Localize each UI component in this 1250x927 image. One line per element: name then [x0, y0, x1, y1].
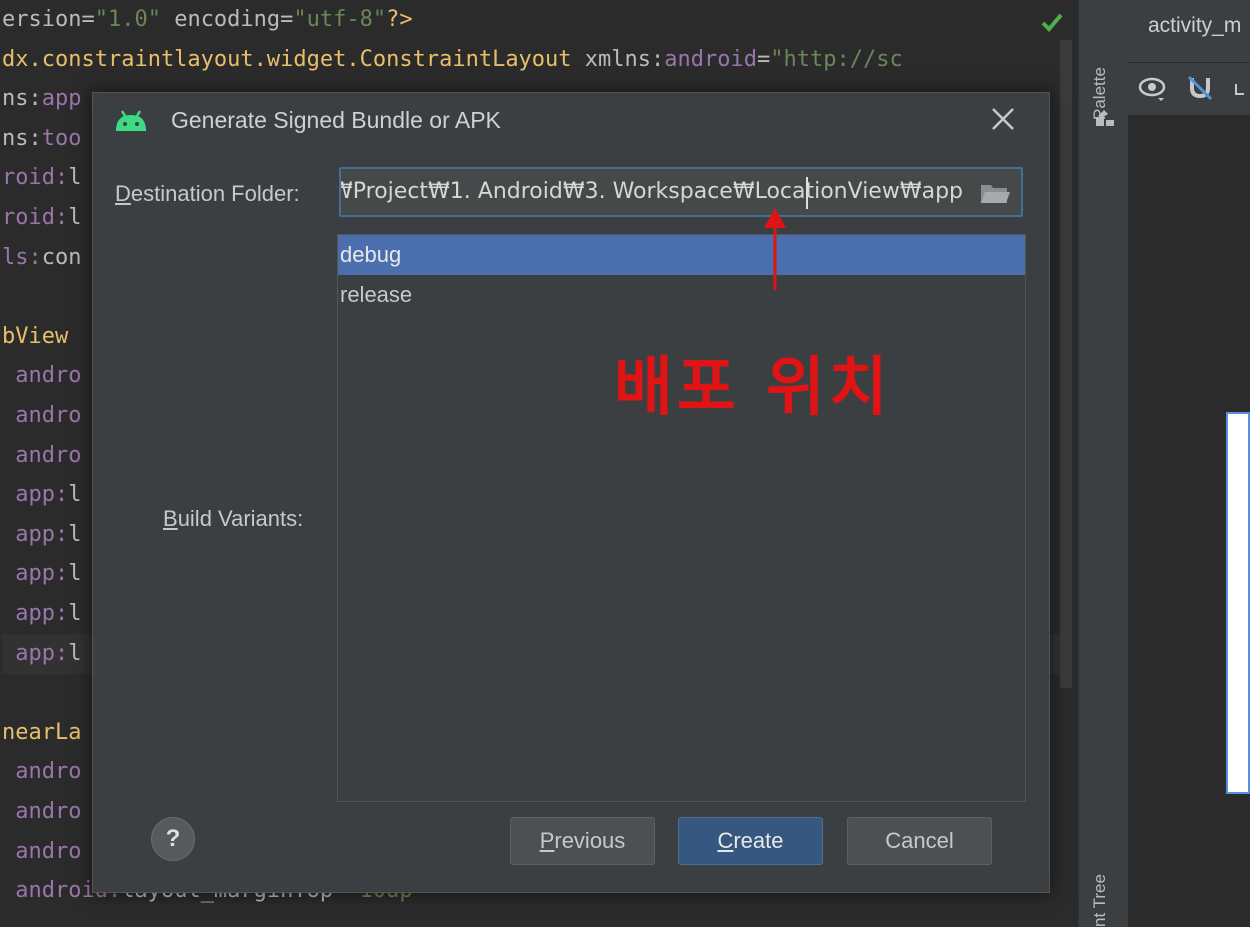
design-canvas[interactable] — [1226, 412, 1250, 794]
build-variants-list[interactable]: debug release — [337, 234, 1026, 802]
code-token: = — [756, 46, 771, 72]
code-line: andro — [2, 356, 81, 396]
code-line: bView — [2, 317, 68, 357]
destination-label-rest: estination Folder: — [130, 181, 300, 206]
code-token: ls: — [2, 244, 42, 270]
code-token: l — [68, 521, 82, 547]
code-line: app:l — [2, 554, 81, 594]
code-token: ns: — [2, 86, 42, 112]
code-line: andro — [2, 832, 81, 872]
previous-label-rest: revious — [554, 828, 626, 853]
code-token: andro — [2, 403, 82, 428]
code-token: xmlns: — [571, 46, 665, 72]
code-token: ?> — [386, 7, 413, 32]
help-button[interactable]: ? — [151, 817, 195, 861]
constraint-icon[interactable] — [1234, 74, 1250, 102]
code-line: ls:con — [2, 238, 82, 278]
code-token: encoding= — [160, 7, 294, 32]
magnet-off-icon[interactable] — [1186, 74, 1214, 102]
variant-item-release[interactable]: release — [338, 275, 1025, 315]
build-variants-label: Build Variants: — [163, 506, 303, 532]
code-token: app: — [2, 640, 69, 666]
code-token: "http://sc — [770, 46, 903, 72]
code-line: app:l — [2, 515, 81, 555]
component-tree-tool-tab[interactable]: nt Tree — [1090, 850, 1120, 927]
code-line: andro — [2, 436, 81, 476]
code-line: dx.constraintlayout.widget.ConstraintLay… — [2, 40, 903, 80]
code-token: andro — [2, 799, 82, 824]
code-token: ersion= — [2, 7, 95, 32]
code-token: android — [664, 46, 757, 72]
close-icon[interactable] — [989, 105, 1017, 133]
code-line: andro — [2, 752, 81, 792]
code-token: andro — [2, 838, 82, 864]
eye-icon[interactable] — [1138, 74, 1166, 102]
annotation-arrow — [764, 208, 786, 290]
code-token: l — [68, 601, 82, 626]
code-token: nearLa — [2, 719, 82, 745]
cancel-button[interactable]: Cancel — [847, 817, 992, 865]
annotation-label: 배포 위치 — [614, 351, 892, 425]
checkmark-icon — [1041, 13, 1063, 32]
palette-icon[interactable] — [1094, 108, 1116, 130]
code-line: ns:too — [2, 119, 82, 159]
side-tool-strip — [1078, 0, 1129, 927]
code-token: l — [68, 205, 82, 230]
code-token: andro — [2, 442, 82, 468]
file-tab-activity[interactable]: activity_m — [1148, 14, 1241, 54]
code-line: andro — [2, 792, 81, 832]
create-button[interactable]: Create — [678, 817, 823, 865]
text-caret — [806, 177, 808, 209]
destination-folder-label: Destination Folder: — [115, 181, 300, 207]
code-line: andro — [2, 396, 81, 436]
code-line: roid:l — [2, 198, 81, 238]
code-token: "utf-8" — [293, 7, 387, 32]
editor-scrollbar[interactable] — [1060, 40, 1072, 688]
code-token: l — [68, 165, 82, 191]
previous-button[interactable]: Previous — [510, 817, 655, 865]
code-token: andro — [2, 759, 82, 785]
code-token: l — [68, 640, 82, 666]
code-token: app: — [2, 601, 69, 626]
code-token: l — [68, 482, 82, 508]
code-line: nearLa — [2, 713, 81, 753]
code-token: too — [41, 125, 82, 151]
code-token: app: — [2, 521, 69, 547]
code-line: ersion="1.0" encoding="utf-8"?> — [2, 0, 413, 40]
code-token: app: — [2, 561, 69, 587]
dialog-title: Generate Signed Bundle or APK — [171, 107, 501, 133]
destination-folder-input[interactable]: ):₩Project₩1. Android₩3. Workspace₩Locat… — [339, 167, 1023, 217]
code-token: "1.0" — [94, 7, 161, 32]
create-label-rest: reate — [733, 828, 784, 853]
code-line: ns:app — [2, 79, 82, 119]
code-line: app:l — [2, 475, 81, 515]
code-line: roid:l — [2, 158, 81, 198]
create-mnemonic: C — [717, 828, 734, 853]
generate-signed-bundle-dialog: Generate Signed Bundle or APK Destinatio… — [92, 92, 1050, 893]
palette-tool-tab[interactable]: Palette — [1090, 30, 1120, 120]
destination-mnemonic: D — [115, 181, 131, 206]
code-token: bView — [2, 323, 69, 349]
code-token: dx.constraintlayout.widget.ConstraintLay… — [2, 46, 572, 72]
code-token: con — [41, 244, 82, 270]
android-icon — [116, 110, 146, 131]
code-token: l — [68, 561, 82, 587]
code-token: andro — [2, 363, 82, 389]
code-token: ns: — [2, 125, 42, 151]
code-token: app: — [2, 482, 69, 508]
build-variants-mnemonic: B — [163, 506, 178, 531]
code-token: roid: — [2, 165, 69, 191]
code-token: roid: — [2, 205, 69, 230]
previous-mnemonic: P — [539, 828, 555, 853]
build-variants-label-rest: uild Variants: — [177, 506, 304, 531]
code-line: app:l — [2, 594, 81, 634]
folder-open-icon[interactable] — [979, 179, 1011, 207]
code-token: app — [41, 86, 82, 112]
destination-folder-value[interactable]: ):₩Project₩1. Android₩3. Workspace₩Locat… — [341, 179, 963, 204]
variant-item-debug[interactable]: debug — [338, 235, 1025, 275]
